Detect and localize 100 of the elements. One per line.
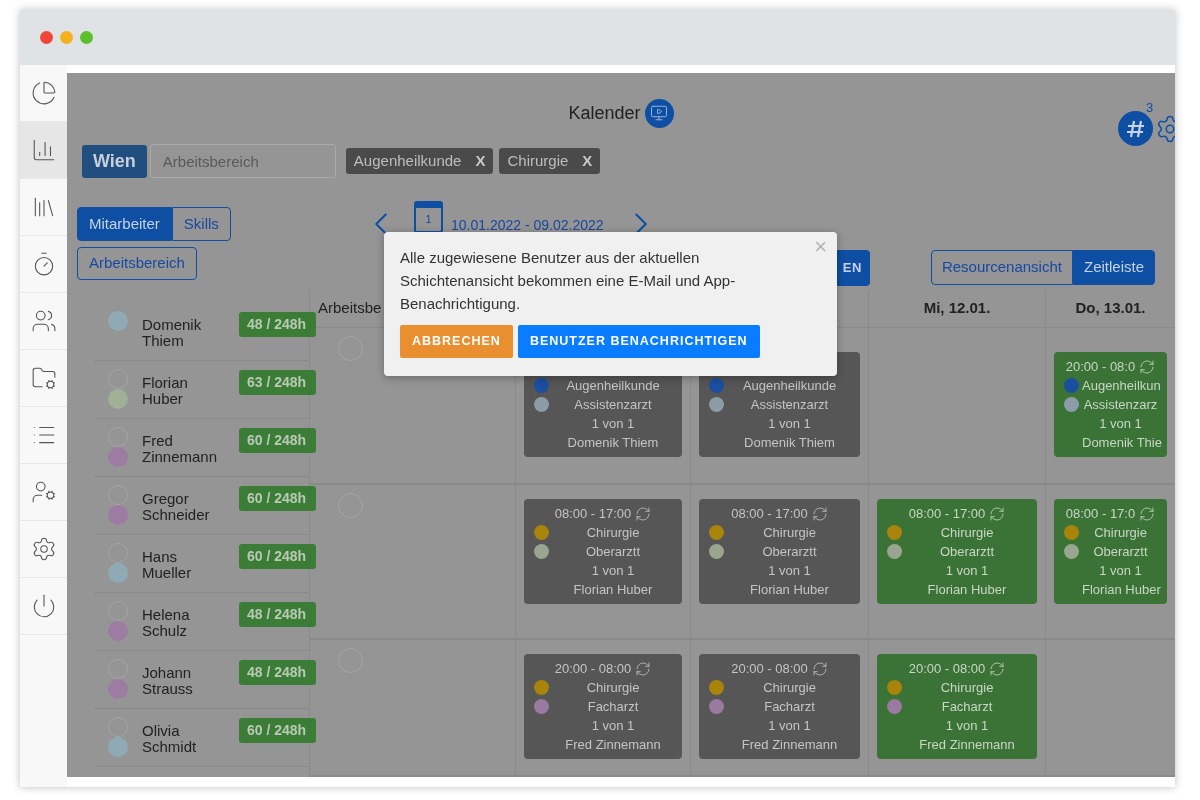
shift-card[interactable]: 20:00 - 08:00 Chirurgie Facharzt 1 von 1 Fred Zinnemann: [877, 654, 1037, 759]
shift-role: Assistenzarzt: [573, 396, 653, 414]
employee-name[interactable]: Hans Mueller: [142, 535, 237, 592]
shift-role: Facharzt: [940, 698, 994, 716]
shift-role: Assistenzarzt: [749, 396, 830, 414]
shift-count: 1 von 1: [590, 415, 636, 433]
shift-person: Fred Zinnemann: [918, 736, 1016, 754]
hours-badge: 60 / 248h: [239, 428, 316, 453]
shift-role: Facharzt: [763, 698, 816, 716]
shift-department: Augenheilkunde: [565, 377, 661, 395]
shift-count: 1 von 1: [767, 562, 812, 580]
shift-role: Oberarztt: [1092, 543, 1149, 561]
area-button[interactable]: Arbeitsbereich: [77, 247, 197, 280]
repeat-icon: [635, 660, 652, 677]
hours-badge: 48 / 248h: [239, 660, 316, 685]
shift-card[interactable]: 08:00 - 17:00 Chirurgie Oberarztt 1 von 1 Florian Huber: [699, 499, 860, 604]
remove-chip-button[interactable]: X: [582, 149, 593, 173]
cancel-button[interactable]: ABBRECHEN: [400, 325, 513, 358]
shift-department: Augenheilkun: [1082, 377, 1159, 395]
minimize-window-icon[interactable]: [60, 31, 73, 44]
screen-button[interactable]: [644, 98, 674, 128]
shift-person: Fred Zinnemann: [740, 736, 839, 754]
shift-department: Chirurgie: [1093, 524, 1148, 542]
mode-tab[interactable]: Zeitleiste: [1072, 250, 1155, 285]
shift-department: Chirurgie: [585, 524, 641, 542]
shift-person: Domenik Thiem: [566, 434, 660, 452]
shift-department: Chirurgie: [762, 679, 817, 697]
mode-tab[interactable]: Resourcenansicht: [930, 250, 1073, 285]
repeat-icon: [989, 505, 1006, 522]
shift-count: 1 von 1: [1098, 415, 1143, 433]
repeat-icon: [811, 660, 828, 677]
shift-count: 1 von 1: [1098, 562, 1143, 580]
employee-name[interactable]: Johann Strauss: [142, 651, 237, 708]
shift-card[interactable]: 20:00 - 08:00 Chirurgie Facharzt 1 von 1 Fred Zinnemann: [524, 654, 682, 759]
shift-time: 20:00 - 08:0: [1065, 358, 1136, 376]
shift-time: 20:00 - 08:00: [554, 660, 632, 678]
shift-count: 1 von 1: [767, 717, 812, 735]
repeat-icon: [989, 660, 1006, 677]
view-tab[interactable]: Skills: [171, 207, 231, 241]
shift-card[interactable]: 08:00 - 17:00 Chirurgie Oberarztt 1 von 1 Florian Huber: [524, 499, 682, 604]
maximize-window-icon[interactable]: [80, 31, 93, 44]
hours-badge: 63 / 248h: [239, 370, 316, 395]
shift-role: Oberarztt: [938, 543, 996, 561]
repeat-icon: [811, 505, 828, 522]
location-button[interactable]: Wien: [82, 144, 147, 178]
shift-time: 08:00 - 17:00: [554, 505, 632, 523]
shift-department: Chirurgie: [939, 679, 995, 697]
shift-time: 20:00 - 08:00: [731, 660, 808, 678]
hours-badge: 48 / 248h: [239, 312, 316, 337]
hours-badge: 48 / 248h: [239, 602, 316, 627]
shift-count: 1 von 1: [590, 717, 636, 735]
hours-badge: 60 / 248h: [239, 486, 316, 511]
shift-person: Florian Huber: [926, 581, 1008, 599]
shift-person: Florian Huber: [1082, 581, 1159, 599]
employee-name[interactable]: Gregor Schneider: [142, 477, 237, 534]
shift-count: 1 von 1: [590, 562, 636, 580]
repeat-icon: [635, 505, 652, 522]
shift-time: 20:00 - 08:00: [908, 660, 986, 678]
shift-department: Chirurgie: [585, 679, 641, 697]
shift-card[interactable]: 08:00 - 17:0 Chirurgie Oberarztt 1 von 1 Florian Huber: [1054, 499, 1167, 604]
hashtag-button[interactable]: [1118, 111, 1153, 146]
shift-department: Chirurgie: [762, 524, 817, 542]
employee-name[interactable]: Olivia Schmidt: [142, 709, 237, 766]
shift-role: Oberarztt: [584, 543, 642, 561]
shift-person: Fred Zinnemann: [564, 736, 662, 754]
view-tab[interactable]: Mitarbeiter: [77, 207, 172, 241]
shift-role: Facharzt: [586, 698, 640, 716]
shift-count: 1 von 1: [944, 562, 990, 580]
employee-name[interactable]: Domenik Thiem: [142, 303, 237, 360]
shift-person: Florian Huber: [572, 581, 654, 599]
shift-card[interactable]: 20:00 - 08:0 Augenheilkun Assistenzarz 1 von 1 Domenik Thie: [1054, 352, 1167, 457]
employee-name[interactable]: Fred Zinnemann: [142, 419, 237, 476]
hashtag-icon: [1125, 118, 1146, 139]
shift-count: 1 von 1: [944, 717, 990, 735]
close-window-icon[interactable]: [40, 31, 53, 44]
sidebar-item[interactable]: [20, 122, 67, 179]
shift-time: 08:00 - 17:00: [908, 505, 986, 523]
shift-department: Augenheilkunde: [741, 377, 838, 395]
dialog-message: Alle zugewiesene Benutzer aus der aktuellen Schichtenansicht bekommen eine E-Mail und App-Benachrichtigung.: [400, 248, 737, 314]
badge-count: 3: [1146, 99, 1154, 117]
shift-count: 1 von 1: [767, 415, 812, 433]
area-field[interactable]: Arbeitsbereich: [149, 144, 336, 178]
user-settings-icon: [30, 479, 57, 505]
shift-card[interactable]: 08:00 - 17:00 Chirurgie Oberarztt 1 von 1 Florian Huber: [877, 499, 1037, 604]
remove-chip-button[interactable]: X: [475, 149, 486, 173]
shift-department: Chirurgie: [939, 524, 995, 542]
notify-users-button[interactable]: BENUTZER BENACHRICHTIGEN: [517, 325, 760, 358]
employee-name[interactable]: Florian Huber: [142, 361, 237, 418]
hours-badge: 60 / 248h: [239, 718, 316, 743]
column-header: Arbeitsbe: [318, 298, 382, 319]
shift-person: Florian Huber: [749, 581, 830, 599]
shift-role: Assistenzarz: [1082, 396, 1159, 414]
shift-card[interactable]: 20:00 - 08:00 Chirurgie Facharzt 1 von 1 Fred Zinnemann: [699, 654, 860, 759]
shift-person: Domenik Thiem: [743, 434, 836, 452]
column-header: Do, 13.01.: [1075, 298, 1146, 319]
page-title: Kalender: [568, 101, 641, 125]
chip-label: Chirurgie: [507, 150, 569, 171]
pie-chart-icon: [30, 80, 57, 106]
chip-label: Augenheilkunde: [353, 150, 462, 171]
employee-name[interactable]: Helena Schulz: [142, 593, 237, 650]
